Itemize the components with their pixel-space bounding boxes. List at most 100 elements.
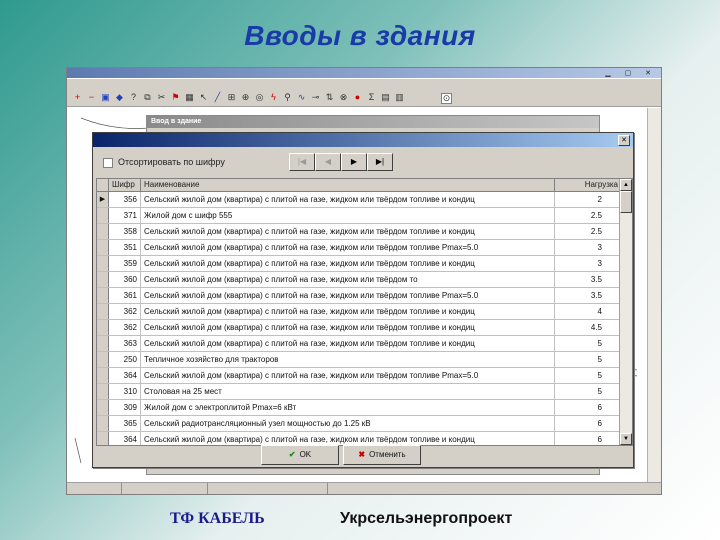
line-icon[interactable]: ╱ xyxy=(213,93,222,102)
table-row[interactable]: 351 Сельский жилой дом (квартира) с плито… xyxy=(97,240,621,256)
column-header-load[interactable]: Нагрузка xyxy=(555,179,621,191)
load-cell: 5 xyxy=(597,355,602,364)
app-menubar[interactable] xyxy=(67,79,661,90)
zoom-icon[interactable]: ⚲ xyxy=(283,93,292,102)
code-cell: 351 xyxy=(109,240,141,255)
table-row[interactable]: 362 Сельский жилой дом (квартира) с плито… xyxy=(97,304,621,320)
app-titlebar: ▁ ▢ ✕ xyxy=(67,68,661,78)
table-row[interactable]: 364 Сельский жилой дом (квартира) с плито… xyxy=(97,432,621,445)
table-row[interactable]: 360 Сельский жилой дом (квартира) с плито… xyxy=(97,272,621,288)
load-cell: 6 xyxy=(597,419,602,428)
app-statusbar xyxy=(67,482,661,494)
target-icon[interactable]: ◎ xyxy=(255,93,264,102)
table-row[interactable]: 365 Сельский радиотрансляционный узел мощ… xyxy=(97,416,621,432)
name-cell: Жилой дом с электроплитой Pmax=6 кВт xyxy=(141,400,555,415)
cut-icon[interactable]: ✂ xyxy=(157,93,166,102)
sort-icon[interactable]: ⇅ xyxy=(325,93,334,102)
name-cell: Тепличное хозяйство для тракторов xyxy=(141,352,555,367)
scroll-up-icon[interactable]: ▲ xyxy=(620,179,632,191)
name-cell: Столовая на 25 мест xyxy=(141,384,555,399)
row-indicator xyxy=(97,304,109,319)
status-cell-2 xyxy=(147,483,208,494)
select-icon[interactable]: ◆ xyxy=(115,93,124,102)
status-cell-3 xyxy=(307,483,328,494)
table-row[interactable]: 361 Сельский жилой дом (квартира) с плито… xyxy=(97,288,621,304)
load-cell: 4.5 xyxy=(590,323,602,332)
table-row[interactable]: 364 Сельский жилой дом (квартира) с плито… xyxy=(97,368,621,384)
column-header-name[interactable]: Наименование xyxy=(141,179,555,191)
switch-icon[interactable]: ⊸ xyxy=(311,93,320,102)
chart-icon[interactable]: ▥ xyxy=(395,93,404,102)
slide-title: Вводы в здания xyxy=(244,20,476,51)
layout-icon[interactable]: ⊞ xyxy=(227,93,236,102)
row-indicator xyxy=(97,208,109,223)
row-indicator xyxy=(97,288,109,303)
app-vertical-scrollbar[interactable] xyxy=(647,108,661,482)
scroll-down-icon[interactable]: ▼ xyxy=(620,433,632,445)
checkbox-box[interactable] xyxy=(103,157,113,168)
add-icon[interactable]: + xyxy=(73,93,82,102)
prev-record-button[interactable]: ◀ xyxy=(315,153,341,171)
scroll-thumb[interactable] xyxy=(620,191,632,213)
consumer-select-dialog: ✕ Отсортировать по шифру |◀ ◀ ▶ ▶| Шифр … xyxy=(92,132,634,468)
code-cell: 361 xyxy=(109,288,141,303)
cable-icon[interactable]: ∿ xyxy=(297,93,306,102)
grid-icon[interactable]: ▦ xyxy=(185,93,194,102)
next-record-button[interactable]: ▶ xyxy=(341,153,367,171)
zoom-box-icon[interactable]: ⊙ xyxy=(441,93,452,104)
load-cell: 2.5 xyxy=(590,211,602,220)
sum-icon[interactable]: Σ xyxy=(367,93,376,102)
load-cell: 5 xyxy=(597,371,602,380)
sort-by-code-checkbox[interactable]: Отсортировать по шифру xyxy=(103,157,225,168)
ok-button[interactable]: ✔ OK xyxy=(261,445,339,465)
load-cell: 5 xyxy=(597,339,602,348)
table-row[interactable]: 362 Сельский жилой дом (квартира) с плито… xyxy=(97,320,621,336)
row-indicator xyxy=(97,320,109,335)
print-icon[interactable]: ▣ xyxy=(101,93,110,102)
cancel-button[interactable]: ✖ Отменить xyxy=(343,445,421,465)
row-indicator xyxy=(97,400,109,415)
remove-icon[interactable]: − xyxy=(87,93,96,102)
table-row[interactable]: 310 Столовая на 25 мест 5 xyxy=(97,384,621,400)
column-header-code[interactable]: Шифр xyxy=(109,179,141,191)
dialog-titlebar: ✕ xyxy=(93,133,633,147)
transformer-icon[interactable]: ⊗ xyxy=(339,93,348,102)
table-row[interactable]: 309 Жилой дом с электроплитой Pmax=6 кВт 6 xyxy=(97,400,621,416)
load-cell: 5 xyxy=(597,387,602,396)
first-record-button[interactable]: |◀ xyxy=(289,153,315,171)
code-cell: 360 xyxy=(109,272,141,287)
load-cell: 3.5 xyxy=(590,291,602,300)
last-record-button[interactable]: ▶| xyxy=(367,153,393,171)
name-cell: Сельский жилой дом (квартира) с плитой н… xyxy=(141,432,555,445)
table-row[interactable]: 359 Сельский жилой дом (квартира) с плито… xyxy=(97,256,621,272)
node-icon[interactable]: ⊕ xyxy=(241,93,250,102)
pointer-icon[interactable]: ↖ xyxy=(199,93,208,102)
table-row[interactable]: ▶ 356 Сельский жилой дом (квартира) с плит… xyxy=(97,192,621,208)
close-icon[interactable]: ✕ xyxy=(618,135,630,146)
app-window-controls[interactable]: ▁ ▢ ✕ xyxy=(605,69,657,77)
help-icon[interactable]: ? xyxy=(129,93,138,102)
flag-icon[interactable]: ⚑ xyxy=(171,93,180,102)
code-cell: 356 xyxy=(109,192,141,207)
consumer-grid[interactable]: Шифр Наименование Нагрузка ▶ 356 Сельский … xyxy=(96,178,633,446)
table-icon[interactable]: ▤ xyxy=(381,93,390,102)
copy-icon[interactable]: ⧉ xyxy=(143,93,152,102)
name-cell: Сельский жилой дом (квартира) с плитой н… xyxy=(141,368,555,383)
row-indicator xyxy=(97,256,109,271)
bolt-icon[interactable]: ϟ xyxy=(269,93,278,102)
table-row[interactable]: 250 Тепличное хозяйство для тракторов 5 xyxy=(97,352,621,368)
name-cell: Сельский жилой дом (квартира) с плитой н… xyxy=(141,304,555,319)
table-row[interactable]: 363 Сельский жилой дом (квартира) с плито… xyxy=(97,336,621,352)
row-indicator xyxy=(97,272,109,287)
name-cell: Сельский жилой дом (квартира) с плитой н… xyxy=(141,272,555,287)
load-cell: 2.5 xyxy=(590,227,602,236)
name-cell: Сельский жилой дом (квартира) с плитой н… xyxy=(141,320,555,335)
table-row[interactable]: 371 Жилой дом с шифр 555 2.5 xyxy=(97,208,621,224)
name-cell: Сельский жилой дом (квартира) с плитой н… xyxy=(141,192,555,207)
table-row[interactable]: 358 Сельский жилой дом (квартира) с плито… xyxy=(97,224,621,240)
code-cell: 358 xyxy=(109,224,141,239)
code-cell: 362 xyxy=(109,304,141,319)
alarm-icon[interactable]: ● xyxy=(353,93,362,102)
name-cell: Сельский жилой дом (квартира) с плитой н… xyxy=(141,256,555,271)
grid-vertical-scrollbar[interactable]: ▲ ▼ xyxy=(619,179,632,445)
